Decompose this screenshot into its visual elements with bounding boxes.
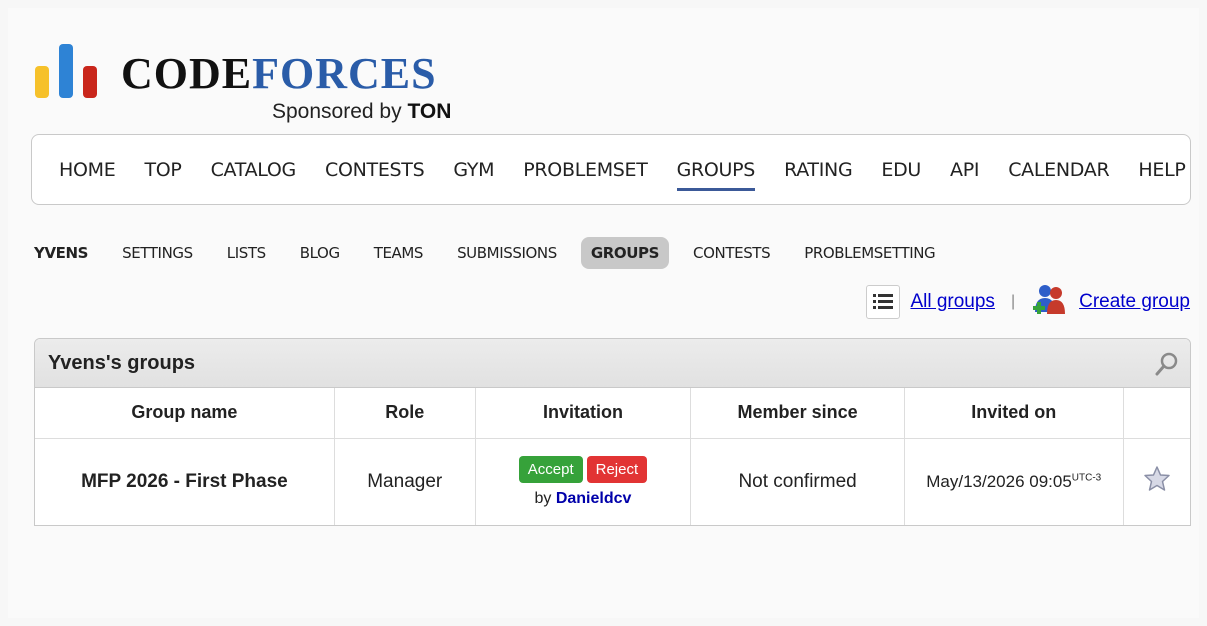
profile-menu: YVENS SETTINGS LISTS BLOG TEAMS SUBMISSI… [34,236,959,270]
menu-problemset[interactable]: PROBLEMSET [523,153,648,187]
page: CODEFORCES Sponsored by TON HOME TOP CAT… [8,8,1199,618]
menu-top[interactable]: TOP [144,153,181,187]
logo-bar-blue [59,44,73,98]
link-separator: | [1010,293,1016,310]
col-star [1123,388,1190,439]
create-group-link[interactable]: Create group [1079,291,1190,313]
group-name-cell[interactable]: MFP 2026 - First Phase [35,438,335,525]
profile-menu-lists[interactable]: LISTS [217,237,276,269]
sponsor-prefix: Sponsored by [272,100,402,123]
menu-groups[interactable]: GROUPS [676,153,755,191]
reject-button[interactable]: Reject [586,456,648,484]
col-invited-on: Invited on [904,388,1124,439]
role-cell: Manager [334,438,476,525]
col-group-name: Group name [35,388,335,439]
groups-box: Yvens's groups Group name Role Invitatio… [34,338,1191,526]
main-menu: HOME TOP CATALOG CONTESTS GYM PROBLEMSET… [31,134,1191,205]
group-action-links: All groups | Create group [866,284,1190,320]
codeforces-logo[interactable]: CODEFORCES Sponsored by TON [35,38,495,128]
table-header-row: Group name Role Invitation Member since … [35,388,1190,439]
invited-on-cell: May/13/2026 09:05UTC-3 [904,438,1124,525]
col-member-since: Member since [690,388,905,439]
logo-bars-icon [35,38,105,98]
profile-menu-submissions[interactable]: SUBMISSIONS [447,237,567,269]
invited-on-time: May/13/2026 09:05 [926,472,1072,492]
logo-bar-yellow [35,66,49,98]
search-icon[interactable] [1154,351,1180,377]
groups-box-title-text: Yvens's groups [48,351,196,374]
logo-code: CODE [121,49,253,98]
table-row: MFP 2026 - First Phase Manager Accept Rej… [35,438,1190,525]
logo-wordmark: CODEFORCES [121,50,437,98]
inviter-link[interactable]: Danieldcv [556,490,632,507]
menu-contests[interactable]: CONTESTS [325,153,425,187]
menu-catalog[interactable]: CATALOG [211,153,297,187]
profile-menu-username[interactable]: YVENS [34,237,98,269]
col-invitation: Invitation [475,388,692,439]
profile-menu-groups[interactable]: GROUPS [580,237,670,269]
profile-menu-problemsetting[interactable]: PROBLEMSETTING [794,237,945,269]
menu-help[interactable]: HELP [1138,153,1185,187]
all-groups-link[interactable]: All groups [910,291,995,313]
col-role: Role [334,388,476,439]
timezone: UTC-3 [1071,472,1102,484]
accept-button[interactable]: Accept [518,456,583,484]
profile-menu-teams[interactable]: TEAMS [364,237,433,269]
create-group-icon[interactable] [1031,282,1069,323]
invited-by: by Danieldcv [476,490,691,508]
profile-menu-blog[interactable]: BLOG [290,237,350,269]
menu-api[interactable]: API [950,153,979,187]
star-icon[interactable] [1143,466,1171,498]
list-icon[interactable] [866,285,901,319]
menu-rating[interactable]: RATING [784,153,853,187]
groups-box-title: Yvens's groups [35,339,1190,388]
menu-calendar[interactable]: CALENDAR [1008,153,1109,187]
menu-gym[interactable]: GYM [453,153,494,187]
member-since-cell: Not confirmed [690,438,905,525]
profile-menu-contests[interactable]: CONTESTS [683,237,780,269]
logo-sponsor: Sponsored by TON [272,100,451,124]
menu-edu[interactable]: EDU [881,153,921,187]
invited-by-label: by [534,490,552,508]
logo-forces: FORCES [252,49,437,98]
logo-bar-red [83,66,97,98]
menu-home[interactable]: HOME [59,153,116,187]
profile-menu-settings[interactable]: SETTINGS [112,237,203,269]
sponsor-name: TON [407,100,452,123]
invitation-cell: Accept Reject by Danieldcv [475,438,692,525]
star-cell [1123,438,1190,525]
groups-table: Group name Role Invitation Member since … [35,388,1190,525]
